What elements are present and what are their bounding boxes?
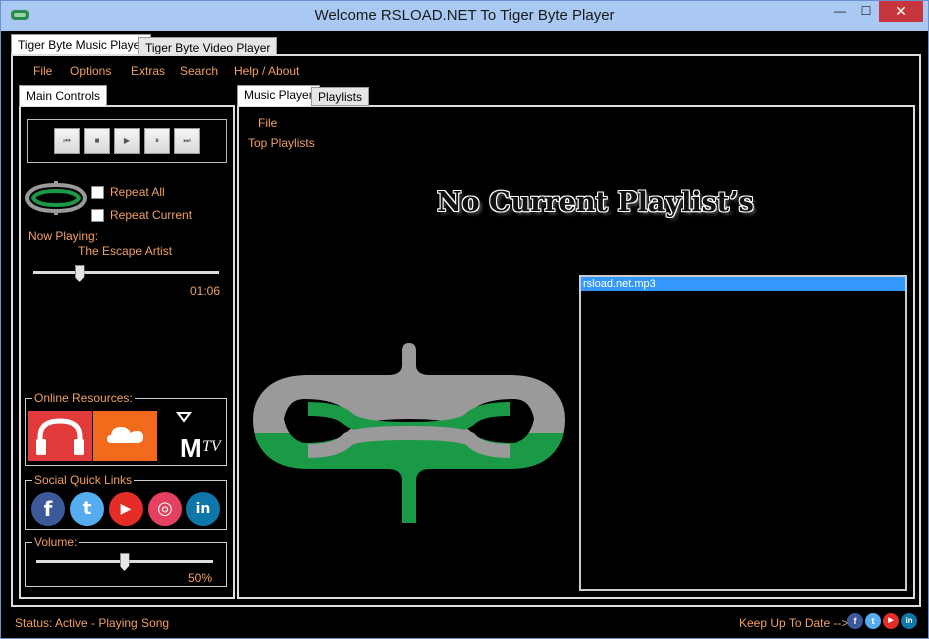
player-file-menu[interactable]: File xyxy=(258,116,277,130)
volume-value: 50% xyxy=(188,571,213,585)
maximize-button[interactable]: ☐ xyxy=(853,1,879,22)
play-button[interactable]: ▶ xyxy=(114,128,140,154)
status-text: Status: Active - Playing Song xyxy=(15,616,170,630)
twitter-icon[interactable]: t xyxy=(70,492,104,526)
now-playing-label: Now Playing: xyxy=(28,229,99,243)
mtv-link[interactable]: M TV xyxy=(158,411,223,463)
menu-extras[interactable]: Extras xyxy=(131,64,165,78)
svg-text:TV: TV xyxy=(202,438,222,455)
play-icon: ▶ xyxy=(123,136,131,145)
instagram-icon[interactable]: ◎ xyxy=(148,492,182,526)
mtv-icon: M TV xyxy=(176,412,223,463)
tiger-byte-logo-large xyxy=(253,343,565,523)
window-title: Welcome RSLOAD.NET To Tiger Byte Player xyxy=(314,7,615,24)
repeat-current-checkbox[interactable] xyxy=(91,209,104,222)
app-window: Welcome RSLOAD.NET To Tiger Byte Player … xyxy=(0,0,929,639)
soundcloud-icon xyxy=(107,427,143,443)
previous-button[interactable]: ⏮ xyxy=(54,128,80,154)
title-bar[interactable]: Welcome RSLOAD.NET To Tiger Byte Player … xyxy=(1,1,928,31)
linkedin-mini-icon[interactable]: in xyxy=(901,613,917,629)
minimize-button[interactable]: — xyxy=(827,1,853,22)
keep-up-to-date-label: Keep Up To Date --> xyxy=(739,616,849,630)
previous-icon: ⏮ xyxy=(63,136,71,145)
facebook-icon[interactable]: f xyxy=(31,492,65,526)
repeat-all-label: Repeat All xyxy=(110,185,165,199)
menu-options[interactable]: Options xyxy=(70,64,111,78)
menu-help-about[interactable]: Help / About xyxy=(234,64,299,78)
tab-playlists[interactable]: Playlists xyxy=(311,87,370,106)
top-playlists-menu[interactable]: Top Playlists xyxy=(248,136,315,150)
menu-file[interactable]: File xyxy=(33,64,52,78)
playlist-listbox[interactable] xyxy=(579,275,907,591)
tiger-byte-logo-small xyxy=(25,181,87,215)
online-resources-label: Online Resources: xyxy=(32,391,135,405)
youtube-icon[interactable]: ▶ xyxy=(109,492,143,526)
volume-label: Volume: xyxy=(32,535,80,549)
elapsed-time: 01:06 xyxy=(190,284,221,298)
next-icon: ⏭ xyxy=(183,136,191,145)
stop-icon: ■ xyxy=(94,136,100,145)
facebook-mini-icon[interactable]: f xyxy=(847,613,863,629)
tab-music-player[interactable]: Tiger Byte Music Player xyxy=(11,34,152,56)
headphones-link[interactable] xyxy=(28,411,92,461)
no-playlist-message: No Current Playlist’s xyxy=(437,187,754,218)
playlist-item-selected[interactable]: rsload.net.mp3 xyxy=(581,277,905,291)
menu-search[interactable]: Search xyxy=(180,64,218,78)
seek-slider-track[interactable] xyxy=(33,271,219,274)
youtube-mini-icon[interactable]: ▶ xyxy=(883,613,899,629)
next-button[interactable]: ⏭ xyxy=(174,128,200,154)
twitter-mini-icon[interactable]: t xyxy=(865,613,881,629)
pause-button[interactable]: ⏸ xyxy=(144,128,170,154)
tab-main-controls[interactable]: Main Controls xyxy=(19,85,108,106)
social-quick-links-label: Social Quick Links xyxy=(32,473,135,487)
current-song: The Escape Artist xyxy=(78,244,173,258)
headphones-icon xyxy=(36,418,84,455)
close-button[interactable]: ✕ xyxy=(879,1,923,22)
tab-music-player-inner[interactable]: Music Player xyxy=(237,85,320,106)
repeat-current-label: Repeat Current xyxy=(110,208,193,222)
stop-button[interactable]: ■ xyxy=(84,128,110,154)
soundcloud-link[interactable] xyxy=(93,411,157,461)
repeat-all-checkbox[interactable] xyxy=(91,186,104,199)
svg-text:M: M xyxy=(180,433,202,461)
pause-icon: ⏸ xyxy=(155,136,159,145)
linkedin-icon[interactable]: in xyxy=(186,492,220,526)
